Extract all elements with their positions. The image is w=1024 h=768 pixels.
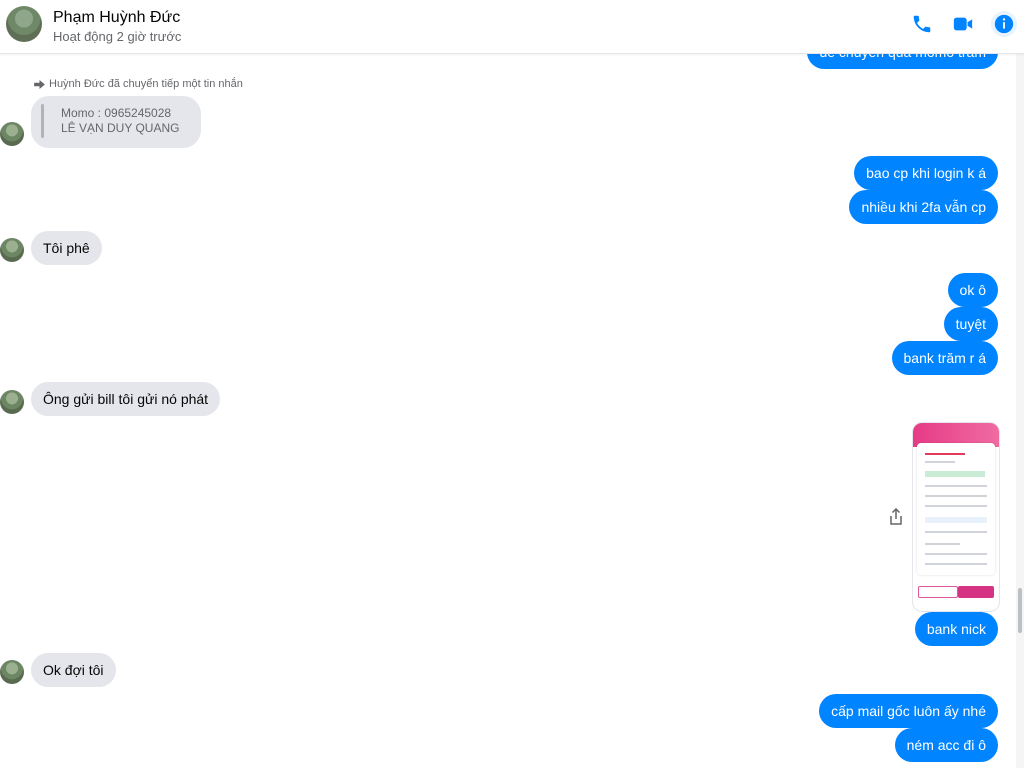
voice-call-button[interactable] [908, 10, 936, 38]
message-outgoing[interactable]: bao cp khi login k á [854, 156, 998, 190]
message-incoming[interactable]: Ông gửi bill tôi gửi nó phát [31, 382, 221, 416]
thread-scrollbar[interactable] [1016, 53, 1024, 768]
phone-icon [913, 15, 931, 33]
contact-avatar[interactable] [6, 6, 42, 42]
message-incoming[interactable]: Ok đợi tôi [31, 653, 116, 687]
image-attachment[interactable] [912, 422, 1000, 612]
forward-note-text: Huỳnh Đức đã chuyển tiếp một tin nhắn [49, 78, 243, 90]
sender-avatar[interactable] [0, 390, 24, 414]
share-icon[interactable] [888, 508, 904, 526]
forward-arrow-icon [34, 79, 45, 89]
message-outgoing[interactable]: bank trăm r á [891, 341, 998, 375]
screenshot-button [918, 586, 958, 598]
sender-avatar[interactable] [0, 660, 24, 684]
sender-avatar[interactable] [0, 238, 24, 262]
message-outgoing[interactable]: ok ô [947, 273, 998, 307]
forward-note: Huỳnh Đức đã chuyển tiếp một tin nhắn [34, 78, 243, 90]
message-outgoing[interactable]: ném acc đi ô [894, 728, 998, 762]
video-camera-icon [953, 17, 973, 31]
message-outgoing[interactable]: tuyệt [943, 307, 998, 341]
message-outgoing[interactable]: bank nick [914, 612, 998, 646]
message-outgoing[interactable]: để chuyển qua momo trăm [807, 53, 998, 69]
quote-bar [41, 104, 44, 138]
chat-header: Phạm Huỳnh Đức Hoạt động 2 giờ trước [0, 0, 1024, 54]
forwarded-message[interactable]: Momo : 0965245028 LÊ VẠN DUY QUANG [31, 96, 201, 148]
forwarded-line: LÊ VẠN DUY QUANG [61, 121, 180, 135]
message-outgoing[interactable]: nhiều khi 2fa vẫn cp [849, 190, 998, 224]
info-icon [994, 14, 1014, 34]
message-outgoing[interactable]: cấp mail gốc luôn ấy nhé [819, 694, 998, 728]
video-call-button[interactable] [949, 10, 977, 38]
forwarded-line: Momo : 0965245028 [61, 106, 172, 120]
message-incoming[interactable]: Tôi phê [31, 231, 102, 265]
message-thread: để chuyển qua momo trăm Huỳnh Đức đã chu… [0, 53, 1016, 768]
contact-name[interactable]: Phạm Huỳnh Đức [53, 9, 180, 27]
scrollbar-thumb[interactable] [1018, 588, 1022, 633]
screenshot-card [917, 443, 995, 575]
contact-status: Hoạt động 2 giờ trước [53, 29, 182, 44]
conversation-info-button[interactable] [990, 10, 1018, 38]
sender-avatar[interactable] [0, 122, 24, 146]
screenshot-button [958, 586, 994, 598]
